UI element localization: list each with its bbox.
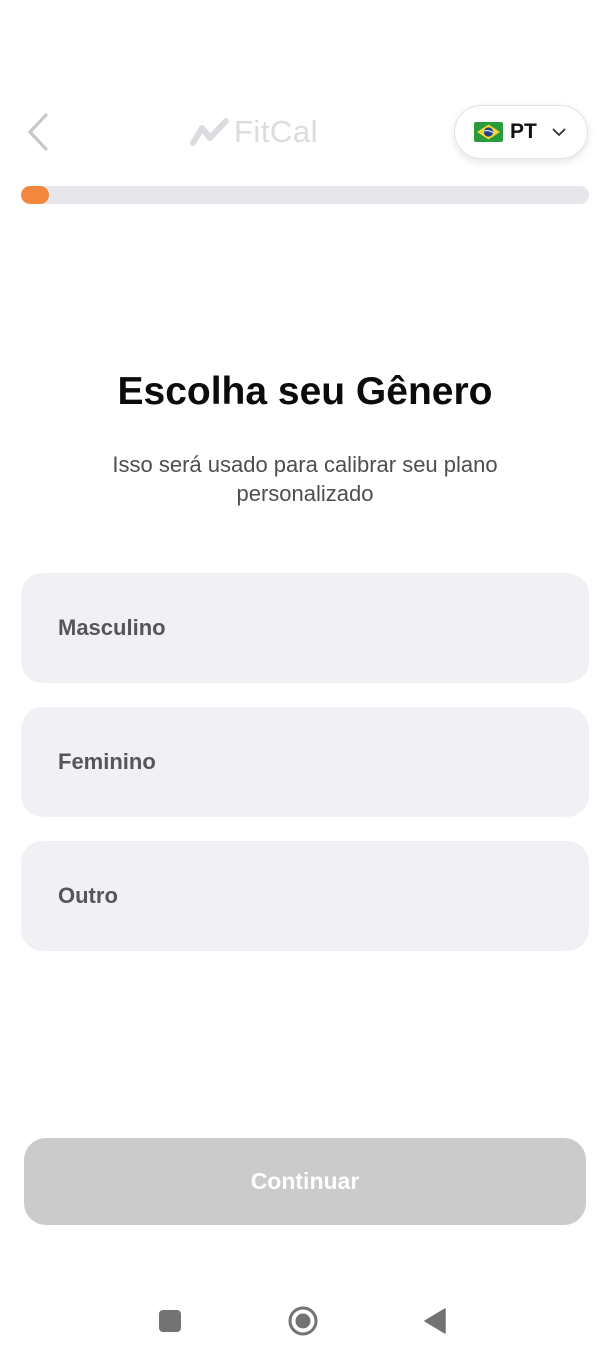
logo-text: FitCal [234, 114, 318, 149]
circle-home-icon [288, 1306, 318, 1336]
continue-button[interactable]: Continuar [24, 1138, 586, 1225]
language-selector[interactable]: PT [454, 105, 588, 159]
continue-label: Continuar [250, 1168, 360, 1194]
page-subtitle: Isso será usado para calibrar seu plano … [112, 452, 498, 506]
option-masculino[interactable]: Masculino [21, 573, 589, 683]
page-title: Escolha seu Gênero [117, 370, 493, 413]
square-icon [159, 1310, 181, 1332]
back-button[interactable] [18, 110, 58, 154]
triangle-back-icon [424, 1308, 446, 1334]
option-label: Masculino [58, 615, 166, 640]
chevron-down-icon [552, 128, 566, 137]
option-feminino[interactable]: Feminino [21, 707, 589, 817]
option-label: Outro [58, 883, 118, 908]
language-label: PT [510, 120, 537, 143]
home-button[interactable] [282, 1300, 324, 1342]
system-back-button[interactable] [414, 1300, 456, 1342]
chevron-left-icon [28, 113, 48, 151]
app-logo: FitCal [190, 112, 318, 152]
option-label: Feminino [58, 749, 156, 774]
brazil-flag-icon [474, 122, 503, 142]
progress-fill [21, 186, 50, 204]
option-outro[interactable]: Outro [21, 841, 589, 951]
trend-line-icon [190, 118, 229, 146]
recents-button[interactable] [149, 1300, 191, 1342]
progress-bar [21, 186, 589, 204]
